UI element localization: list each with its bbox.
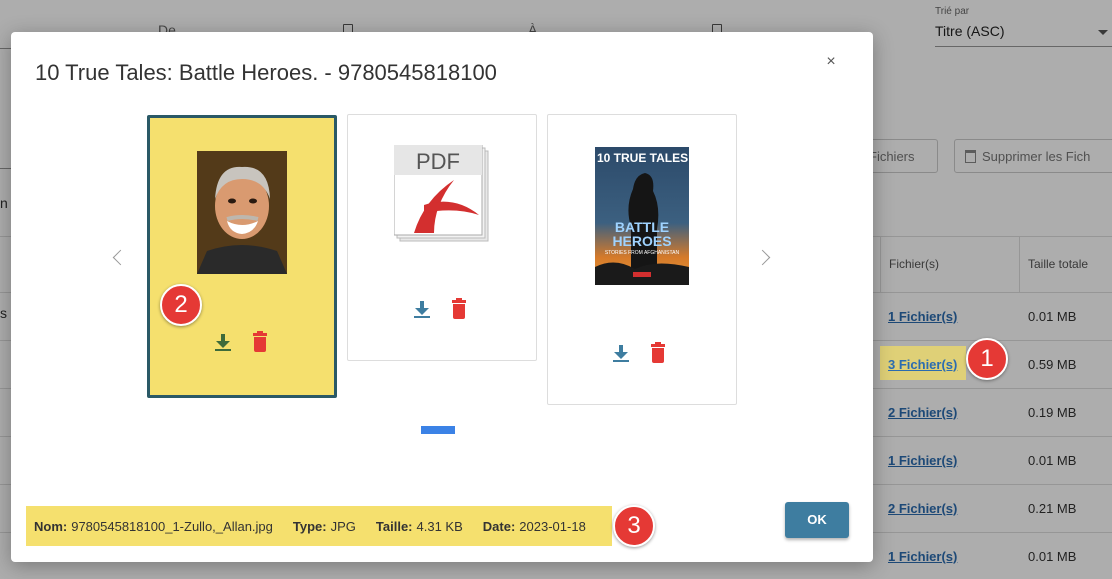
book-cover-image: 10 TRUE TALES BATTLE HEROES STORIES FROM…: [595, 147, 689, 285]
file-card-selected[interactable]: [147, 115, 337, 398]
close-button[interactable]: ×: [819, 50, 843, 74]
download-icon[interactable]: [215, 333, 231, 352]
file-name-value: 9780545818100_1-Zullo,_Allan.jpg: [71, 518, 273, 534]
annotation-badge-3: 3: [613, 505, 655, 547]
chevron-left-icon[interactable]: [109, 244, 129, 274]
file-size-value: 4.31 KB: [416, 518, 463, 534]
download-icon[interactable]: [613, 344, 629, 363]
file-type-value: JPG: [330, 518, 356, 534]
annotation-badge-2: 2: [160, 284, 202, 326]
ok-button[interactable]: OK: [785, 502, 849, 538]
cover-title-line1: 10 TRUE TALES: [597, 151, 688, 165]
pdf-icon: PDF: [394, 145, 489, 242]
file-card[interactable]: PDF: [347, 114, 537, 361]
cover-subtitle: STORIES FROM AFGHANISTAN: [605, 250, 680, 256]
chevron-right-icon[interactable]: [755, 244, 775, 274]
file-card[interactable]: 10 TRUE TALES BATTLE HEROES STORIES FROM…: [547, 114, 737, 405]
type-label: Type:: [292, 518, 327, 534]
file-date-value: 2023-01-18: [519, 518, 586, 534]
date-label: Date:: [482, 518, 516, 534]
download-icon[interactable]: [414, 300, 430, 319]
file-info-bar: Nom: 9780545818100_1-Zullo,_Allan.jpg Typ…: [26, 506, 612, 546]
delete-icon[interactable]: [253, 331, 267, 352]
annotation-badge-1: 1: [966, 338, 1008, 380]
dialog-title: 10 True Tales: Battle Heroes. - 97805458…: [35, 60, 497, 85]
delete-icon[interactable]: [651, 342, 665, 363]
cover-title-line3: HEROES: [612, 233, 671, 249]
delete-icon[interactable]: [452, 298, 466, 319]
files-link[interactable]: 3 Fichier(s): [888, 357, 957, 372]
name-label: Nom:: [34, 518, 68, 534]
carousel-indicator[interactable]: [421, 426, 455, 434]
size-label: Taille:: [375, 518, 413, 534]
pdf-label: PDF: [416, 149, 460, 174]
file-preview-dialog: 10 True Tales: Battle Heroes. - 97805458…: [11, 32, 873, 562]
author-photo: [197, 151, 287, 274]
